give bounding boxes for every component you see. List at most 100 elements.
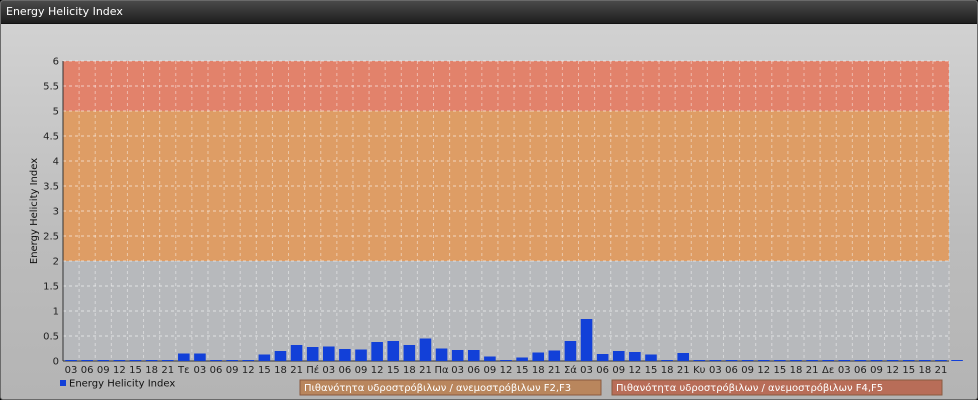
x-tick-label: 21 bbox=[677, 365, 690, 376]
bar bbox=[145, 360, 158, 361]
bar bbox=[935, 360, 947, 361]
y-tick-label: 0 bbox=[53, 357, 59, 368]
x-tick-label: 09 bbox=[97, 365, 110, 376]
bar bbox=[113, 360, 126, 361]
x-tick-label: 21 bbox=[419, 365, 432, 376]
bar bbox=[677, 353, 689, 361]
x-tick-label: 21 bbox=[806, 365, 819, 376]
x-tick-label: 15 bbox=[258, 365, 271, 376]
x-tick-label: 12 bbox=[629, 365, 642, 376]
bar bbox=[822, 360, 834, 361]
x-tick-label: 03 bbox=[65, 365, 78, 376]
bar bbox=[339, 349, 351, 361]
x-tick-label: 12 bbox=[757, 365, 770, 376]
x-tick-label: 21 bbox=[161, 365, 174, 376]
y-tick-label: 4.5 bbox=[43, 132, 59, 143]
bar bbox=[951, 360, 963, 361]
bar bbox=[548, 350, 561, 361]
x-tick-label: 09 bbox=[741, 365, 754, 376]
bar bbox=[290, 345, 303, 361]
bar-chart: 00.511.522.533.544.555.5603 06 09 12 15 18 21 Τ… bbox=[29, 57, 963, 396]
bar bbox=[757, 360, 770, 361]
bar bbox=[242, 360, 255, 361]
x-tick-label: 15 bbox=[129, 365, 142, 376]
y-tick-label: 0.5 bbox=[43, 332, 59, 343]
x-tick-label: 15 bbox=[902, 365, 915, 376]
legend-label: Energy Helicity Index bbox=[69, 379, 175, 390]
x-tick-label: 06 bbox=[467, 365, 480, 376]
title-bar: Energy Helicity Index bbox=[1, 1, 977, 24]
bar bbox=[258, 354, 271, 361]
x-tick-label: 21 bbox=[548, 365, 561, 376]
x-tick-label: 12 bbox=[371, 365, 384, 376]
bar bbox=[194, 353, 206, 361]
x-tick-label: 09 bbox=[226, 365, 239, 376]
x-tick-label: 09 bbox=[355, 365, 368, 376]
bar bbox=[774, 360, 786, 361]
band-legend-label-1: Πιθανότητα υδροστρόβιλων / ανεμοστρόβιλω… bbox=[304, 382, 571, 394]
x-tick-label: 06 bbox=[854, 365, 867, 376]
bar bbox=[709, 360, 722, 361]
x-tick-label: 18 bbox=[661, 365, 674, 376]
band-legend-label-2: Πιθανότητα υδροστρόβιλων / ανεμοστρόβιλω… bbox=[616, 382, 883, 394]
bar bbox=[435, 348, 448, 361]
x-tick-label: Πα bbox=[435, 365, 450, 376]
y-tick-label: 6 bbox=[53, 57, 59, 68]
y-tick-label: 2 bbox=[53, 257, 59, 268]
x-tick-label: 03 bbox=[838, 365, 851, 376]
bar bbox=[371, 342, 383, 361]
y-tick-label: 5 bbox=[53, 107, 59, 118]
x-tick-label: Πέ bbox=[306, 364, 319, 376]
bar bbox=[790, 360, 802, 361]
bar bbox=[645, 354, 657, 361]
x-tick-label: 03 bbox=[709, 365, 722, 376]
bar bbox=[403, 345, 416, 361]
x-tick-label: 03 bbox=[194, 365, 207, 376]
bar bbox=[854, 360, 867, 361]
x-tick-label: Τε bbox=[177, 365, 190, 376]
x-tick-label: 12 bbox=[113, 365, 126, 376]
bar bbox=[902, 360, 915, 361]
y-tick-label: 5.5 bbox=[43, 82, 59, 93]
x-tick-label: 09 bbox=[484, 365, 497, 376]
x-tick-label: 18 bbox=[532, 365, 545, 376]
x-tick-label: Δε bbox=[822, 365, 834, 376]
x-tick-label: 12 bbox=[886, 365, 899, 376]
x-tick-label: 12 bbox=[500, 365, 513, 376]
x-tick-label: 06 bbox=[725, 365, 738, 376]
bar bbox=[306, 347, 319, 361]
x-tick-label: 03 bbox=[451, 365, 464, 376]
y-tick-label: 4 bbox=[53, 157, 59, 168]
bar bbox=[161, 360, 174, 361]
x-tick-label: 18 bbox=[145, 365, 158, 376]
x-tick-label: 18 bbox=[274, 365, 287, 376]
y-tick-label: 1 bbox=[53, 307, 59, 318]
x-tick-label: Κυ bbox=[693, 365, 706, 376]
x-tick-label: 15 bbox=[773, 365, 786, 376]
bar bbox=[65, 360, 77, 361]
bar bbox=[81, 360, 93, 361]
bar bbox=[467, 350, 480, 361]
bar bbox=[323, 346, 335, 361]
x-tick-label: 15 bbox=[387, 365, 400, 376]
bar bbox=[419, 338, 432, 361]
x-tick-label: 03 bbox=[580, 365, 593, 376]
bar bbox=[629, 352, 641, 361]
bar bbox=[451, 350, 464, 361]
bar bbox=[693, 360, 706, 361]
bar bbox=[178, 353, 190, 361]
bar bbox=[725, 360, 738, 361]
y-axis-label: Energy Helicity Index bbox=[29, 158, 40, 264]
x-tick-label: 06 bbox=[210, 365, 223, 376]
x-tick-label: 06 bbox=[596, 365, 609, 376]
x-tick-label: 06 bbox=[339, 365, 352, 376]
x-tick-label: Σά bbox=[564, 364, 577, 376]
bar bbox=[210, 360, 222, 361]
x-tick-label: 12 bbox=[242, 365, 255, 376]
bar bbox=[564, 341, 577, 361]
bar bbox=[500, 360, 512, 361]
chart-window: Energy Helicity Index 0 0.5 1 1.5 2 2.5 3 3.5 4 4… bbox=[0, 0, 978, 400]
bar bbox=[387, 341, 400, 361]
y-tick-label: 2.5 bbox=[43, 232, 59, 243]
x-tick-label: 21 bbox=[290, 365, 303, 376]
